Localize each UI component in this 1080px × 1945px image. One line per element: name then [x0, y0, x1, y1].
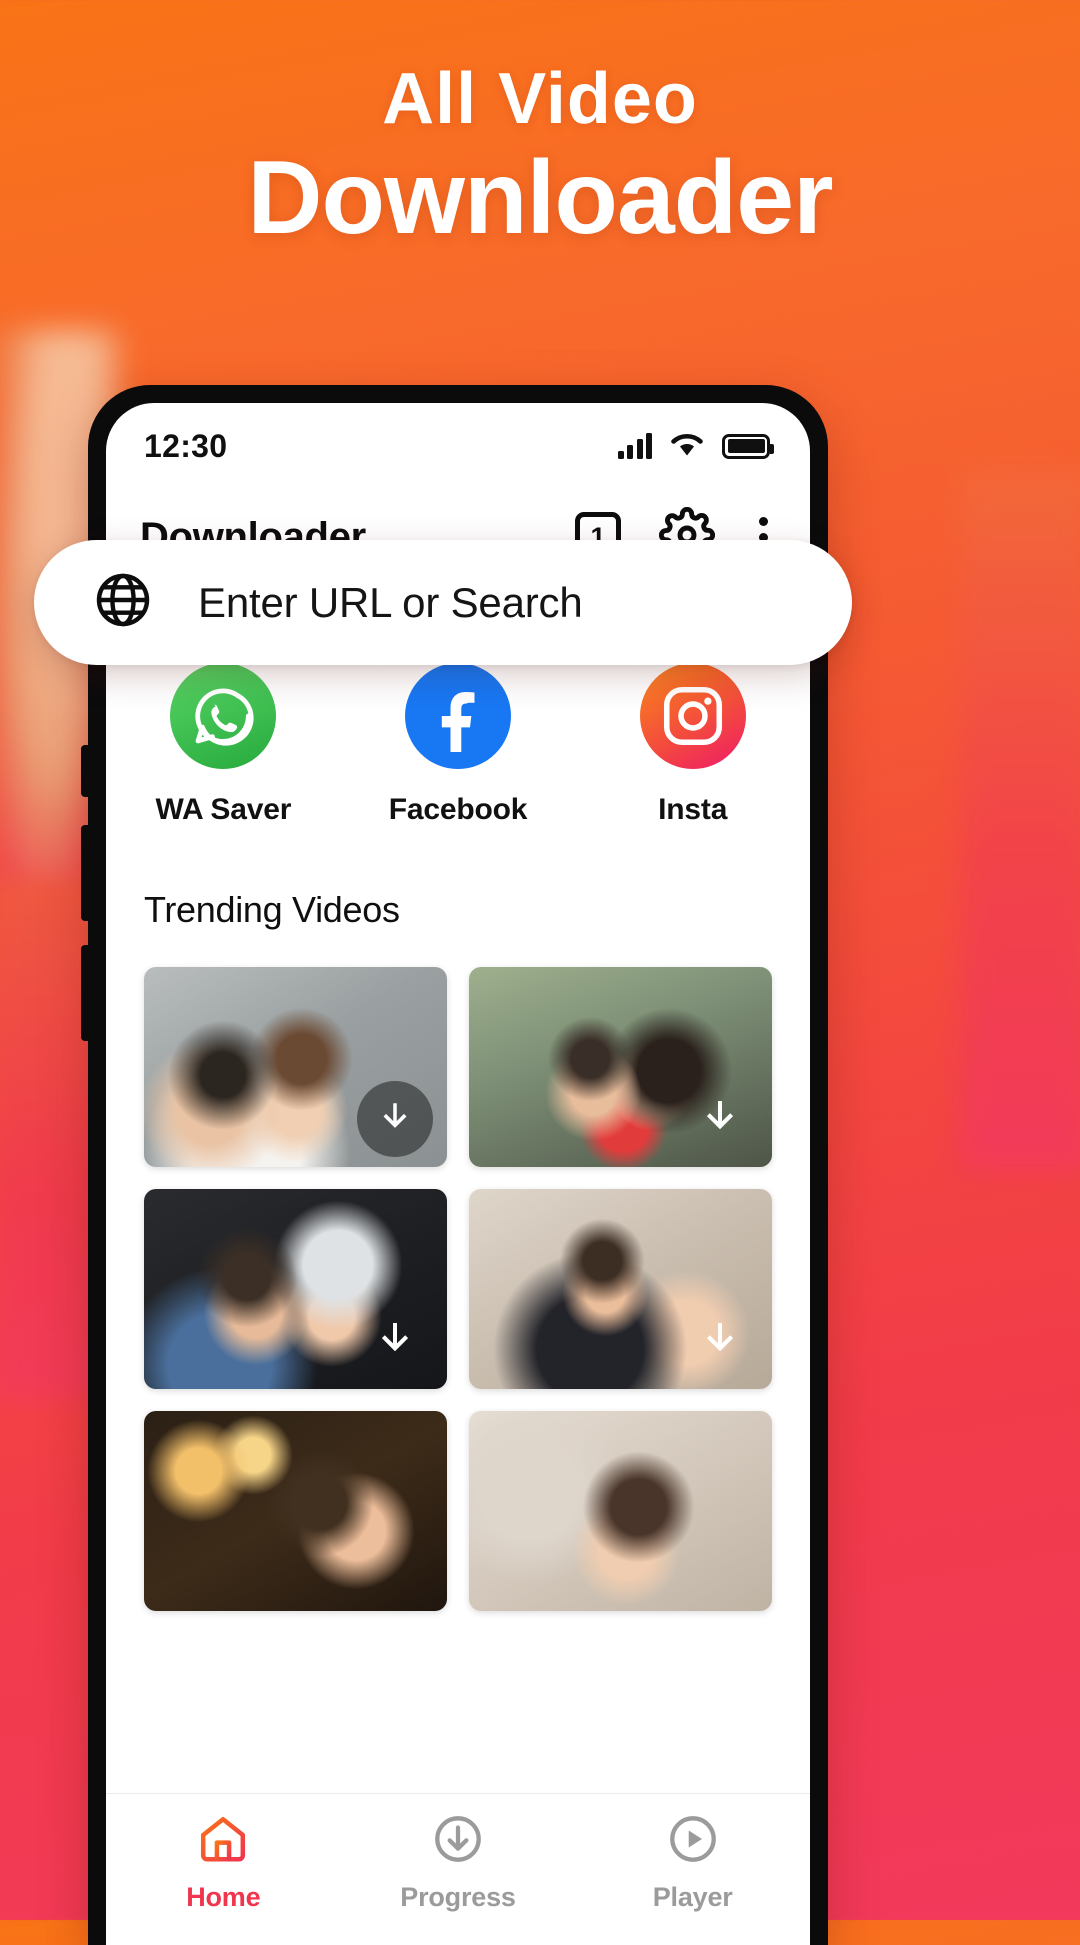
- trending-section: Trending Videos: [106, 827, 810, 1611]
- shortcut-label: WA Saver: [155, 793, 292, 826]
- trending-grid: [144, 967, 772, 1611]
- nav-label: Home: [186, 1882, 261, 1912]
- hero-title-line-2: Downloader: [247, 139, 833, 256]
- phone-button-volume-dn: [81, 945, 89, 1041]
- battery-full-icon: [722, 433, 774, 459]
- nav-item-player[interactable]: Player: [575, 1812, 810, 1913]
- hero-banner: All Video Downloader: [0, 0, 1080, 253]
- trending-card[interactable]: [144, 967, 447, 1167]
- instagram-icon: [639, 663, 746, 769]
- status-bar: 12:30: [106, 403, 810, 489]
- whatsapp-icon: [170, 663, 277, 769]
- signal-bars-icon: [617, 433, 652, 459]
- search-bar[interactable]: Enter URL or Search: [34, 540, 852, 665]
- download-arrow-icon[interactable]: [682, 1081, 758, 1157]
- nav-item-progress[interactable]: Progress: [341, 1812, 576, 1913]
- trending-card[interactable]: [469, 967, 772, 1167]
- video-thumbnail: [144, 1411, 447, 1611]
- download-arrow-icon[interactable]: [682, 1303, 758, 1379]
- trending-heading: Trending Videos: [144, 889, 400, 930]
- phone-button-mute: [81, 745, 89, 797]
- status-icon-cluster: [617, 430, 774, 463]
- trending-card[interactable]: [144, 1411, 447, 1611]
- bottom-navigation: Home Progress Player: [106, 1793, 810, 1945]
- globe-icon: [92, 569, 154, 636]
- search-input[interactable]: Enter URL or Search: [198, 579, 583, 627]
- home-icon: [196, 1812, 250, 1871]
- shortcut-wa-saver[interactable]: WA Saver: [106, 663, 341, 827]
- shortcut-label: Facebook: [388, 793, 528, 826]
- nav-label: Progress: [400, 1882, 516, 1912]
- play-circle-icon: [666, 1812, 720, 1871]
- trending-card[interactable]: [469, 1411, 772, 1611]
- shortcut-insta[interactable]: Insta: [575, 663, 810, 827]
- hero-title-line-1: All Video: [382, 59, 698, 139]
- shortcut-label: Insta: [658, 793, 728, 826]
- home-content: WA Saver Facebook Insta Trending Videos: [106, 585, 810, 1611]
- background-photo-right: [960, 470, 1080, 1170]
- trending-card[interactable]: [144, 1189, 447, 1389]
- download-arrow-icon[interactable]: [357, 1303, 433, 1379]
- nav-label: Player: [652, 1882, 733, 1912]
- download-arrow-icon[interactable]: [357, 1081, 433, 1157]
- phone-button-volume-up: [81, 825, 89, 921]
- shortcuts-row: WA Saver Facebook Insta: [106, 663, 810, 827]
- nav-item-home[interactable]: Home: [106, 1812, 341, 1913]
- trending-card[interactable]: [469, 1189, 772, 1389]
- video-thumbnail: [469, 1411, 772, 1611]
- shortcut-facebook[interactable]: Facebook: [341, 663, 576, 827]
- facebook-icon: [405, 663, 511, 769]
- status-time: 12:30: [144, 427, 228, 464]
- download-circle-icon: [431, 1812, 485, 1871]
- wifi-icon: [669, 430, 705, 463]
